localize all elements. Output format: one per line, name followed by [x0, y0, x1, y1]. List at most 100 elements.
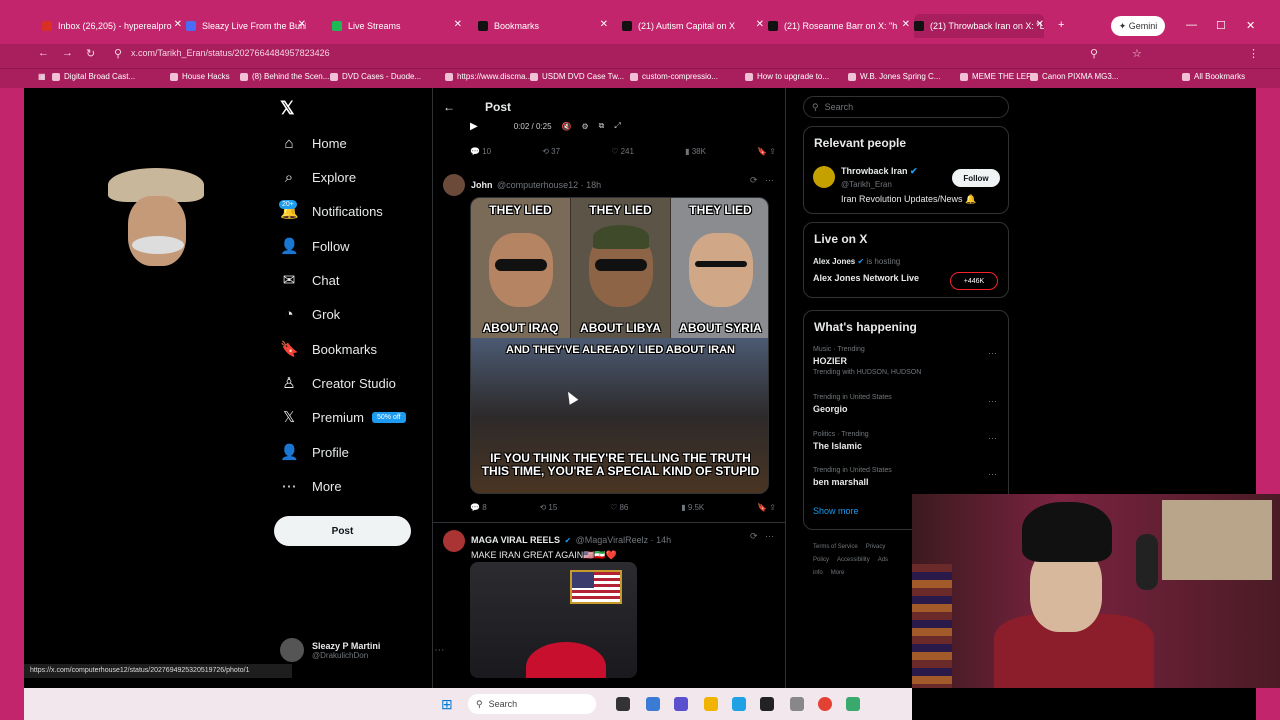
bookmark-item[interactable]: Canon PIXMA MG3...: [1030, 72, 1118, 81]
chrome-icon[interactable]: [818, 697, 832, 711]
person-name[interactable]: Throwback Iran ✔: [841, 166, 918, 177]
back-arrow-icon[interactable]: ←: [443, 100, 455, 114]
file-explorer-icon[interactable]: [704, 697, 718, 711]
trend-more-icon[interactable]: ⋯: [988, 433, 997, 444]
person-handle[interactable]: @Tarikh_Eran: [841, 180, 892, 189]
close-tab-icon[interactable]: ✕: [902, 19, 910, 30]
grok-icon[interactable]: ⟳: [750, 175, 758, 186]
avatar[interactable]: [443, 174, 465, 196]
task-view-icon[interactable]: [616, 697, 630, 711]
tweet-video-thumbnail[interactable]: [470, 562, 637, 678]
tweet-more-icon[interactable]: ⋯: [765, 531, 774, 542]
tweet-more-icon[interactable]: ⋯: [765, 175, 774, 186]
close-tab-icon[interactable]: ✕: [756, 19, 764, 30]
bookmark-item[interactable]: https://www.discma...: [445, 72, 532, 81]
close-tab-icon[interactable]: ✕: [298, 19, 306, 30]
avatar[interactable]: [813, 166, 835, 188]
bookmark-button[interactable]: 🔖 ⇪: [757, 147, 776, 161]
live-show[interactable]: Alex Jones Network Live: [813, 273, 919, 283]
sidebar-item-creator-studio[interactable]: ♙ Creator Studio: [280, 371, 396, 395]
trend-item[interactable]: Trending in United States ben marshall: [813, 467, 892, 487]
sidebar-item-chat[interactable]: ✉ Chat: [280, 268, 340, 292]
app-icon[interactable]: [846, 697, 860, 711]
bookmark-item[interactable]: How to upgrade to...: [745, 72, 829, 81]
taskbar-search[interactable]: ⚲ Search: [468, 694, 596, 714]
trend-more-icon[interactable]: ⋯: [988, 469, 997, 480]
footer-link[interactable]: More: [831, 570, 845, 576]
close-tab-icon[interactable]: ✕: [600, 19, 608, 30]
sidebar-item-profile[interactable]: 👤 Profile: [280, 440, 349, 464]
live-count-badge[interactable]: +446K: [950, 272, 998, 290]
close-tab-icon[interactable]: ✕: [1036, 19, 1044, 30]
follow-button[interactable]: Follow: [952, 169, 1000, 187]
bookmark-item[interactable]: USDM DVD Case Tw...: [530, 72, 624, 81]
views-count[interactable]: ▮ 9.5K: [681, 503, 704, 517]
fullscreen-icon[interactable]: ⤢: [614, 121, 620, 131]
tweet-author-name[interactable]: MAGA VIRAL REELS: [471, 535, 560, 545]
bookmark-item[interactable]: W.B. Jones Spring C...: [848, 72, 940, 81]
sidebar-item-bookmarks[interactable]: 🔖 Bookmarks: [280, 337, 377, 361]
repost-button[interactable]: ⟲ 15: [539, 503, 557, 517]
browser-tab[interactable]: (21) Autism Capital on X ✕: [622, 14, 764, 38]
tweet-author-handle[interactable]: @computerhouse12 · 18h: [497, 180, 601, 190]
forward-icon[interactable]: →: [62, 47, 73, 59]
reply-button[interactable]: 💬 10: [470, 147, 491, 161]
sidebar-item-follow[interactable]: 👤 Follow: [280, 234, 350, 258]
trend-more-icon[interactable]: ⋯: [988, 396, 997, 407]
url-field[interactable]: x.com/Tarikh_Eran/status/202766448495782…: [131, 48, 330, 58]
apps-icon[interactable]: ▦: [38, 72, 46, 81]
site-info-icon[interactable]: ⚲: [114, 47, 122, 60]
new-tab-icon[interactable]: +: [1058, 19, 1064, 31]
teams-icon[interactable]: [674, 697, 688, 711]
trend-item[interactable]: Politics · Trending The Islamic: [813, 431, 869, 451]
show-more-link[interactable]: Show more: [813, 506, 859, 516]
close-tab-icon[interactable]: ✕: [454, 19, 462, 30]
sidebar-item-grok[interactable]: ◔ Grok: [280, 302, 340, 326]
sidebar-item-explore[interactable]: ⌕ Explore: [280, 165, 356, 189]
close-tab-icon[interactable]: ✕: [174, 19, 182, 30]
tweet-author-name[interactable]: John: [471, 180, 493, 190]
edge-icon[interactable]: [732, 697, 746, 711]
bookmark-item[interactable]: (8) Behind the Scen...: [240, 72, 329, 81]
menu-icon[interactable]: ⋮: [1248, 47, 1259, 60]
windows-start-icon[interactable]: ⊞: [441, 696, 453, 713]
browser-tab[interactable]: Live Streams ✕: [332, 14, 462, 38]
bookmark-item[interactable]: custom-compressio...: [630, 72, 718, 81]
pip-icon[interactable]: ⧉: [599, 121, 605, 131]
sidebar-item-home[interactable]: ⌂ Home: [280, 131, 346, 155]
reply-button[interactable]: 💬 8: [470, 503, 487, 517]
reload-icon[interactable]: ↻: [86, 47, 95, 60]
like-button[interactable]: ♡ 241: [611, 147, 634, 161]
tweet-image[interactable]: THEY LIED ABOUT IRAQ THEY LIED ABOUT LIB…: [470, 197, 769, 494]
tweet[interactable]: MAGA VIRAL REELS ✔ @MagaViralReelz · 14h…: [443, 530, 671, 561]
avatar[interactable]: [443, 530, 465, 552]
footer-link[interactable]: Terms of Service: [813, 544, 858, 550]
browser-tab[interactable]: Sleazy Live From the Bunker✕: [186, 14, 306, 38]
sidebar-item-more[interactable]: ⋯ More: [280, 474, 342, 498]
browser-tab[interactable]: Inbox (26,205) - hyperealpro ✕: [42, 14, 182, 38]
trend-more-icon[interactable]: ⋯: [988, 348, 997, 359]
back-icon[interactable]: ←: [38, 47, 49, 59]
sidebar-item-premium[interactable]: 𝕏 Premium 50% off: [280, 405, 406, 429]
bookmark-item[interactable]: House Hacks: [170, 72, 230, 81]
volume-icon[interactable]: 🔇: [562, 122, 572, 131]
maximize-icon[interactable]: ☐: [1216, 19, 1226, 32]
bookmark-item[interactable]: MEME THE LEFT: [960, 72, 1036, 81]
post-button[interactable]: Post: [274, 516, 411, 546]
browser-tab[interactable]: (21) Roseanne Barr on X: "h ✕: [768, 14, 910, 38]
play-icon[interactable]: ▶: [470, 121, 478, 132]
bookmark-item[interactable]: DVD Cases - Duode...: [330, 72, 421, 81]
footer-link[interactable]: Accessibility: [837, 557, 870, 563]
search-input[interactable]: ⚲ Search: [803, 96, 1009, 118]
browser-tab[interactable]: Bookmarks ✕: [478, 14, 608, 38]
live-host[interactable]: Alex Jones ✔ is hosting: [813, 257, 900, 266]
star-icon[interactable]: ☆: [1132, 47, 1142, 60]
bookmark-item[interactable]: Digital Broad Cast...: [52, 72, 135, 81]
browser-tab[interactable]: (21) Throwback Iran on X: "L ✕: [914, 14, 1044, 38]
settings-icon[interactable]: ⚙: [581, 122, 588, 131]
bookmark-button[interactable]: 🔖 ⇪: [757, 503, 776, 517]
zoom-icon[interactable]: ⚲: [1090, 47, 1098, 60]
store-icon[interactable]: [760, 697, 774, 711]
views-count[interactable]: ▮ 38K: [685, 147, 706, 161]
minimize-icon[interactable]: —: [1186, 19, 1197, 31]
